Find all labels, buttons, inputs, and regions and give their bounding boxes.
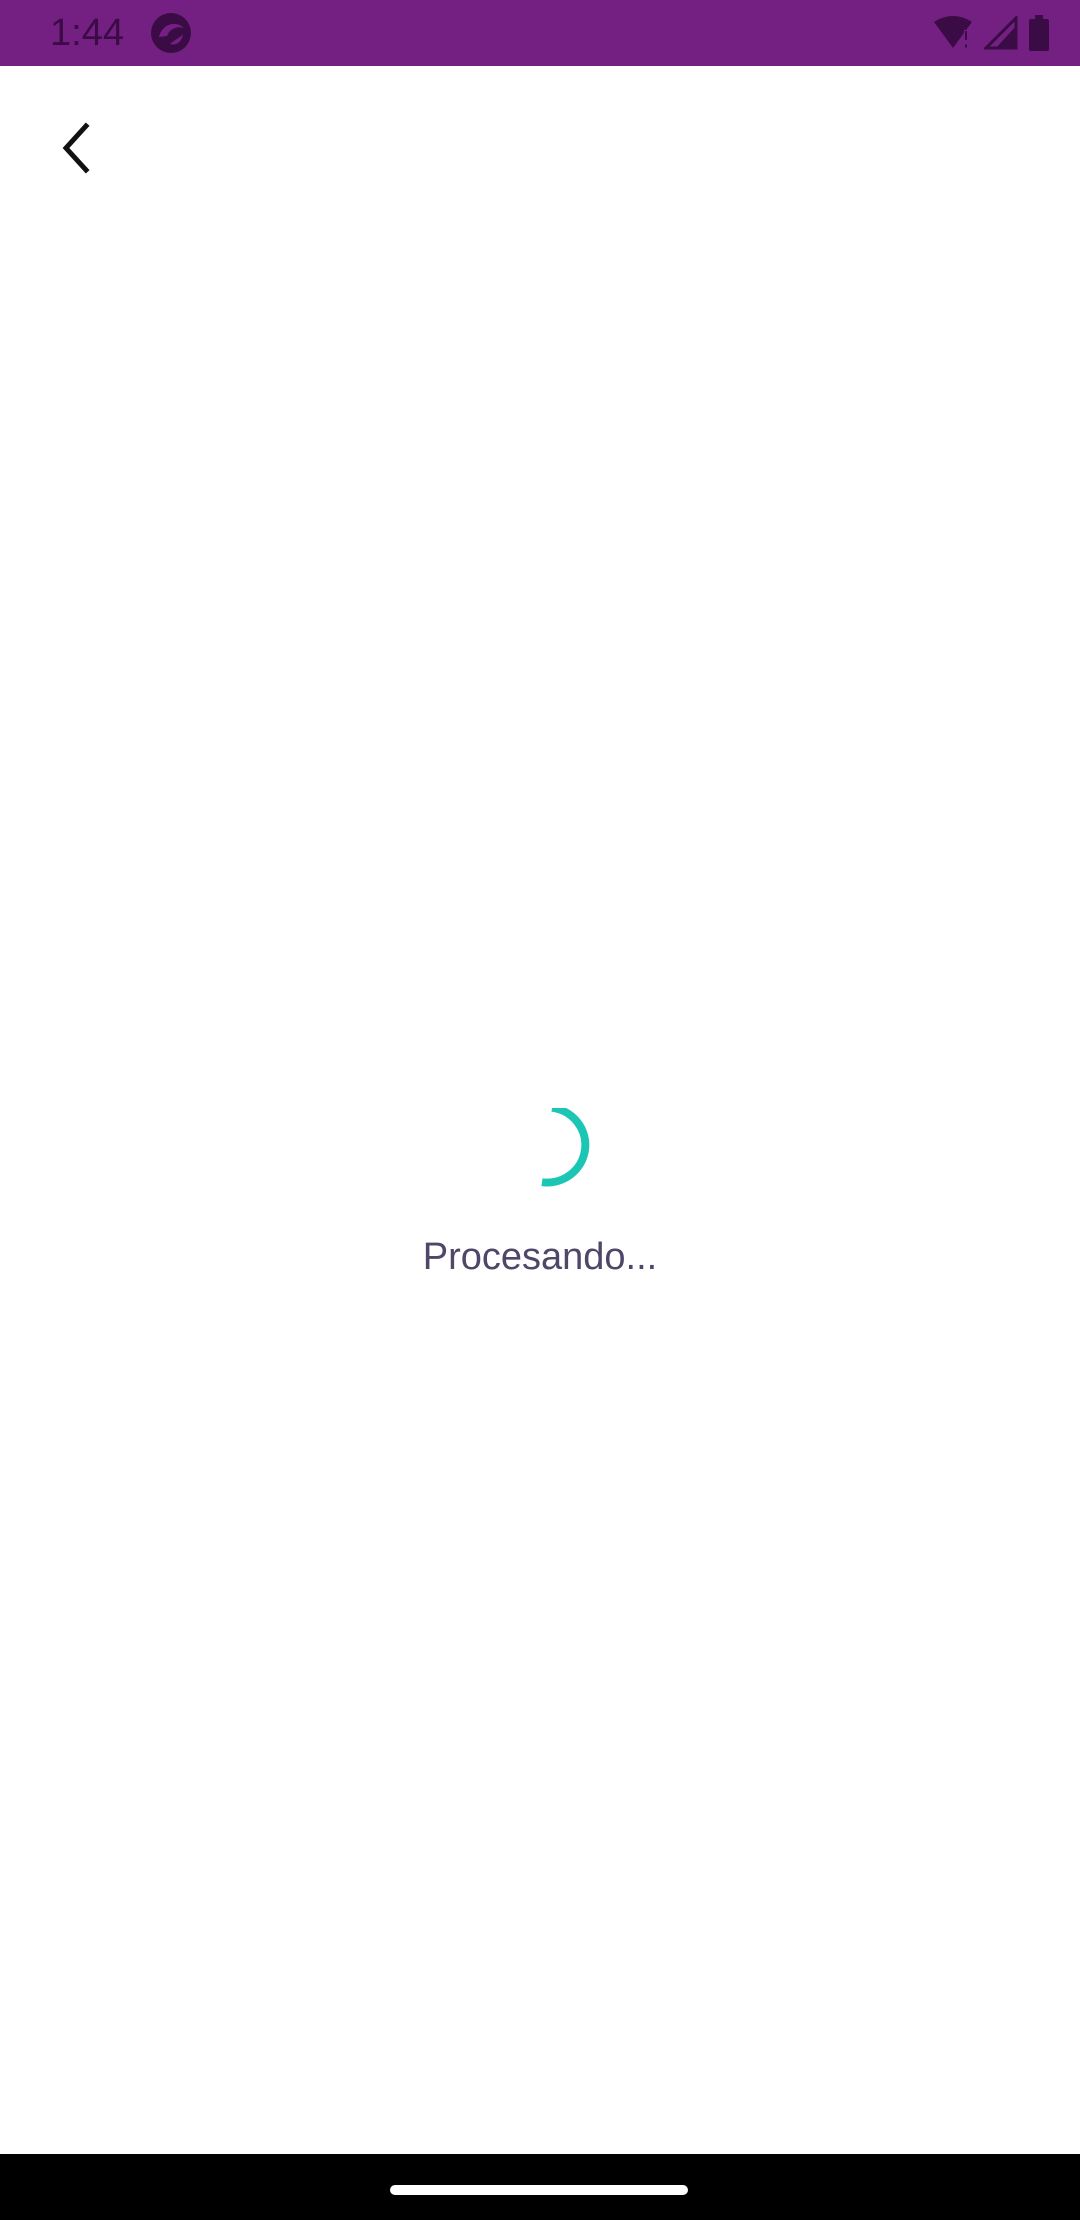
cell-signal-icon: [984, 16, 1018, 50]
status-bar: 1:44: [0, 0, 1080, 66]
app-notification-icon: [150, 12, 192, 54]
home-indicator[interactable]: [390, 2185, 688, 2195]
loading-message: Procesando...: [422, 1236, 658, 1278]
wifi-alert-icon: [932, 16, 974, 50]
screen: 1:44 Procesando...: [0, 0, 1080, 2220]
toolbar: [0, 66, 1080, 216]
battery-icon: [1028, 15, 1050, 51]
status-icons: [932, 12, 1050, 54]
chevron-left-icon: [62, 122, 90, 174]
status-time: 1:44: [50, 12, 124, 54]
navigation-bar: [0, 2154, 1080, 2220]
loading-spinner: [500, 1103, 590, 1198]
back-button[interactable]: [36, 108, 116, 188]
